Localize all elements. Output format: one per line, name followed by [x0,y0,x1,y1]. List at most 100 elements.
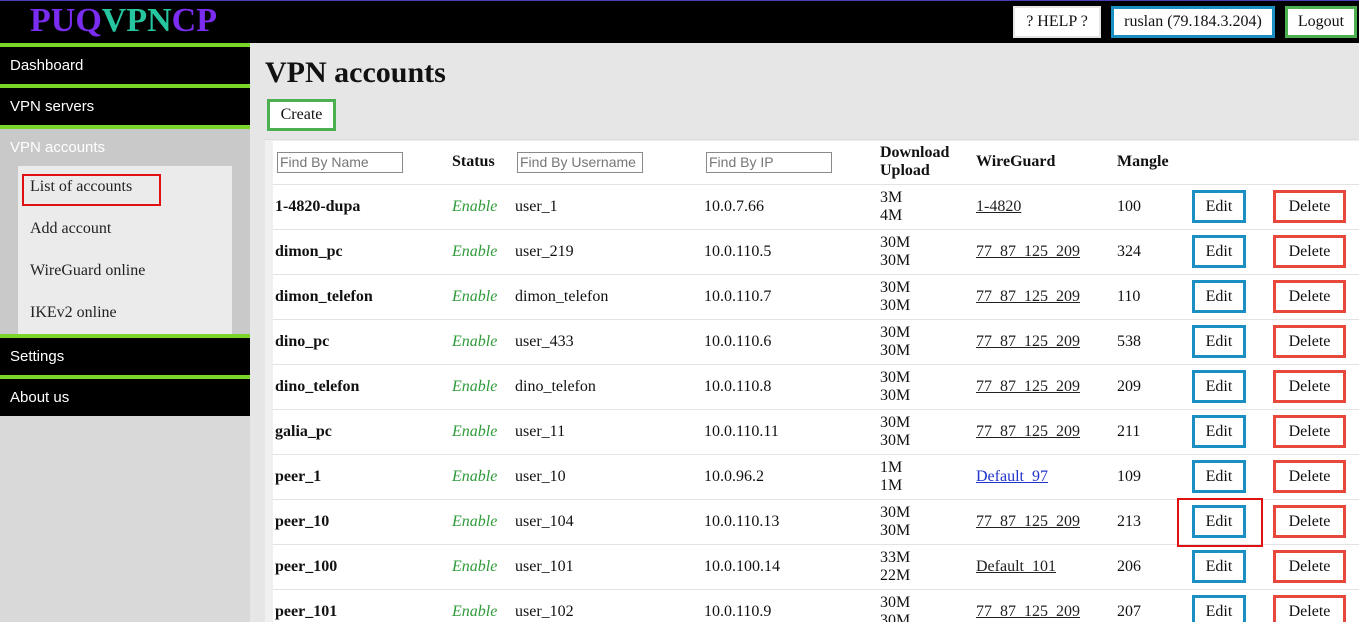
delete-button[interactable]: Delete [1273,325,1346,358]
edit-column-header [1190,141,1271,185]
account-status: Enable [450,274,513,320]
edit-button[interactable]: Edit [1177,498,1263,547]
accounts-table-body: 1-4820-dupa Enable user_1 10.0.7.66 3M 4M 1-48… [273,184,1359,622]
wireguard-column-header: WireGuard [974,141,1115,185]
find-by-username-input[interactable] [517,151,643,173]
accounts-panel: Status DownloadUpload WireGuard Mangle 1… [265,139,1359,622]
account-status: Enable [450,499,513,545]
account-mangle: 109 [1115,454,1190,500]
edit-cell: Edit [1190,364,1271,410]
edit-button[interactable]: Edit [1192,280,1246,313]
upload-speed: 30M [880,386,911,404]
delete-button[interactable]: Delete [1273,190,1346,223]
user-account-button[interactable]: ruslan (79.184.3.204) [1111,6,1275,38]
submenu-item-list-of-accounts[interactable]: List of accounts [18,166,232,208]
account-speed: 30M 30M [878,589,974,622]
account-mangle: 206 [1115,544,1190,590]
wireguard-link[interactable]: 77_87_125_209 [976,603,1080,620]
account-status: Enable [450,364,513,410]
account-speed: 3M 4M [878,184,974,230]
delete-button[interactable]: Delete [1273,505,1346,538]
wireguard-link[interactable]: 77_87_125_209 [976,423,1080,440]
account-username: user_1 [513,184,702,230]
edit-button[interactable]: Edit [1192,325,1246,358]
edit-button[interactable]: Edit [1192,460,1246,493]
wireguard-cell: 77_87_125_209 [974,589,1115,622]
account-ip: 10.0.110.7 [702,274,878,320]
edit-button[interactable]: Edit [1192,370,1246,403]
account-speed: 33M 22M [878,544,974,590]
account-username: user_101 [513,544,702,590]
delete-button[interactable]: Delete [1273,415,1346,448]
sidebar-item-about-us[interactable]: About us [0,375,250,416]
vpn-accounts-submenu: List of accounts Add account WireGuard o… [0,166,250,334]
wireguard-link[interactable]: Default_97 [976,468,1048,485]
speed-column-header: Download Upload [878,141,974,185]
delete-button[interactable]: Delete [1273,280,1346,313]
submenu-item-add-account[interactable]: Add account [18,208,232,250]
wireguard-link[interactable]: 1-4820 [976,198,1021,215]
table-row: 1-4820-dupa Enable user_1 10.0.7.66 3M 4M 1-48… [273,184,1359,230]
edit-button[interactable]: Edit [1192,235,1246,268]
account-username: user_10 [513,454,702,500]
submenu-item-wireguard-online[interactable]: WireGuard online [18,250,232,292]
find-by-name-input[interactable] [277,151,403,173]
top-bar: PUQVPNCP ? HELP ? ruslan (79.184.3.204) … [0,0,1359,43]
sidebar-item-settings[interactable]: Settings [0,334,250,375]
page-title: VPN accounts [265,56,446,89]
create-account-button[interactable]: Create [267,99,336,131]
edit-button[interactable]: Edit [1192,550,1246,583]
wireguard-link[interactable]: 77_87_125_209 [976,333,1080,350]
sidebar-item-vpn-accounts[interactable]: VPN accounts [0,125,250,166]
wireguard-cell: 77_87_125_209 [974,409,1115,455]
account-speed: 30M 30M [878,364,974,410]
table-row: galia_pc Enable user_11 10.0.110.11 30M 30M 77… [273,409,1359,455]
help-button[interactable]: ? HELP ? [1013,6,1101,38]
account-name: dino_pc [273,319,450,365]
account-name: peer_1 [273,454,450,500]
sidebar-item-dashboard[interactable]: Dashboard [0,43,250,84]
wireguard-link[interactable]: 77_87_125_209 [976,288,1080,305]
download-speed: 30M [880,233,911,251]
account-status: Enable [450,229,513,275]
account-ip: 10.0.100.14 [702,544,878,590]
table-row: dimon_pc Enable user_219 10.0.110.5 30M 30M 77… [273,229,1359,275]
edit-button[interactable]: Edit [1192,595,1246,622]
table-row: dino_pc Enable user_433 10.0.110.6 30M 30M 77_… [273,319,1359,365]
account-username: dino_telefon [513,364,702,410]
edit-cell: Edit [1190,409,1271,455]
submenu-item-ikev2-online[interactable]: IKEv2 online [18,292,232,334]
wireguard-link[interactable]: Default_101 [976,558,1056,575]
wireguard-cell: 77_87_125_209 [974,229,1115,275]
delete-button[interactable]: Delete [1273,370,1346,403]
account-speed: 30M 30M [878,499,974,545]
edit-button[interactable]: Edit [1192,190,1246,223]
table-row: peer_10 Enable user_104 10.0.110.13 30M 30M 77… [273,498,1359,547]
wireguard-link[interactable]: 77_87_125_209 [976,243,1080,260]
account-name: dimon_pc [273,229,450,275]
account-username: user_433 [513,319,702,365]
sidebar-item-vpn-servers[interactable]: VPN servers [0,84,250,125]
logout-button[interactable]: Logout [1285,6,1357,38]
account-username: user_219 [513,229,702,275]
delete-button[interactable]: Delete [1273,550,1346,583]
edit-cell: Edit [1190,274,1271,320]
mangle-column-header: Mangle [1115,141,1190,185]
account-mangle: 209 [1115,364,1190,410]
account-username: user_11 [513,409,702,455]
delete-button[interactable]: Delete [1273,460,1346,493]
find-by-ip-input[interactable] [706,151,832,173]
sidebar: Dashboard VPN servers VPN accounts List … [0,43,250,622]
account-speed: 30M 30M [878,409,974,455]
wireguard-link[interactable]: 77_87_125_209 [976,513,1080,530]
delete-button[interactable]: Delete [1273,595,1346,622]
delete-button[interactable]: Delete [1273,235,1346,268]
edit-cell: Edit [1190,319,1271,365]
wireguard-link[interactable]: 77_87_125_209 [976,378,1080,395]
delete-cell: Delete [1271,274,1359,320]
upload-speed: 30M [880,296,911,314]
download-column-label: Download [880,144,950,162]
download-speed: 30M [880,593,911,611]
edit-button[interactable]: Edit [1192,415,1246,448]
download-speed: 30M [880,413,911,431]
